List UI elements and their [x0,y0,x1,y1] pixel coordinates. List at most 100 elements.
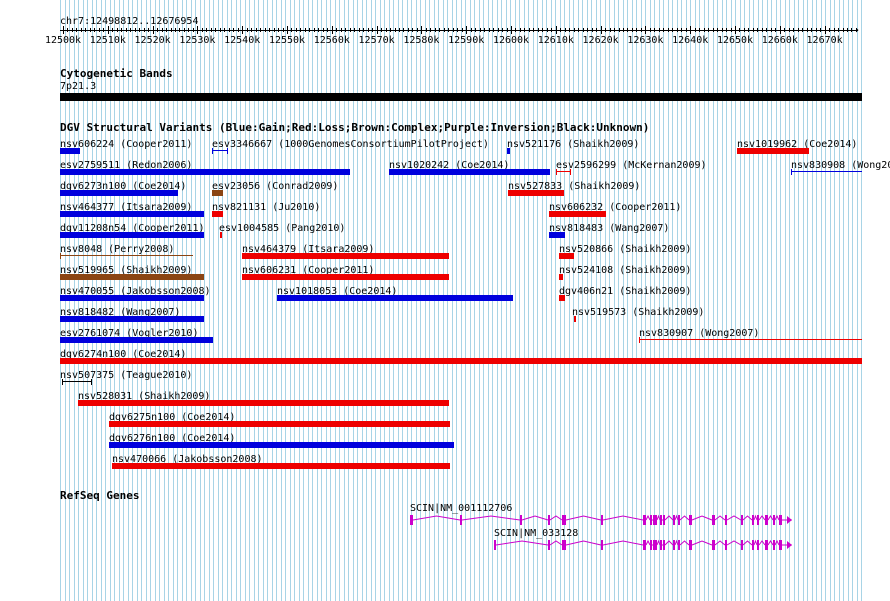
gene-exon [741,515,743,525]
variant-bar-complex[interactable] [212,190,223,196]
variant-bar-gain[interactable] [277,295,513,301]
ruler-tick-label: 12500k [44,35,82,46]
ruler-minor-tick [273,28,275,32]
variant-label[interactable]: nsv818483 (Wang2007) [549,223,669,234]
cytoband-bar[interactable] [60,93,862,101]
variant-bar-gain[interactable] [60,211,204,217]
gene-exon [689,515,692,525]
gene-exon [663,515,665,525]
variant-bar-loss[interactable] [508,190,564,196]
ruler-minor-tick [206,28,208,32]
variant-bar-loss[interactable] [60,358,862,364]
variant-label[interactable]: esv23056 (Conrad2009) [212,181,338,192]
ruler-minor-tick [470,28,472,32]
ruler-minor-tick [94,28,96,32]
variant-label[interactable]: nsv830908 (Wong20 [791,160,890,171]
variant-label[interactable]: nsv524108 (Shaikh2009) [559,265,691,276]
ruler-tick-label: 12560k [313,35,350,46]
variant-bar-loss[interactable] [559,253,574,259]
variant-bar-loss[interactable] [112,463,450,469]
gene-intron [758,515,766,521]
ruler-minor-tick [403,28,405,32]
ruler-minor-tick [528,28,530,32]
variant-bar-loss[interactable] [212,211,223,217]
variant-bar-loss[interactable] [559,274,563,280]
variant-label[interactable]: esv2596299 (McKernan2009) [556,160,707,171]
variant-bar-gain[interactable] [60,232,204,238]
variant-bar-loss[interactable] [639,339,862,340]
variant-bar-loss[interactable] [109,421,450,427]
variant-bar-gain[interactable] [60,337,213,343]
variant-bar-loss[interactable] [574,316,576,322]
variant-label[interactable]: dgv406n21 (Shaikh2009) [559,286,691,297]
ruler-tick-label: 12650k [716,35,754,46]
variant-bar-complex[interactable] [60,255,193,256]
ruler-minor-tick [130,28,132,32]
variant-label[interactable]: nsv830907 (Wong2007) [639,328,759,339]
variant-bar-loss[interactable] [78,400,449,406]
ruler-tick-label: 12510k [89,35,126,46]
variant-label[interactable]: nsv520866 (Shaikh2009) [559,244,691,255]
ruler-minor-tick [340,28,342,32]
ruler-minor-tick [466,28,468,32]
gene-exon [741,540,743,550]
variant-bar-complex[interactable] [60,274,204,280]
variant-bar-loss[interactable] [549,211,606,217]
ruler-minor-tick [555,28,557,32]
ruler-minor-tick [560,28,562,32]
variant-bar-gain[interactable] [60,316,204,322]
gene-intron [691,540,713,546]
variant-bar-loss[interactable] [220,232,222,238]
ruler-minor-tick [354,28,356,32]
gene-exon [562,515,566,525]
gene-intron [565,515,602,521]
variant-bar-gain[interactable] [389,169,550,175]
variant-bar-loss[interactable] [559,295,565,301]
variant-bar-gain[interactable] [60,148,80,154]
gene-model[interactable] [0,535,890,555]
ruler-minor-tick [282,28,284,32]
gene-exon [725,515,727,525]
gene-model[interactable] [0,510,890,530]
variant-label[interactable]: nsv507375 (Teague2010) [60,370,192,381]
gene-exon [712,540,715,550]
variant-bar-gain[interactable] [507,148,510,154]
gene-intron [495,540,549,546]
variant-bar-gain[interactable] [60,295,204,301]
ruler-minor-tick [672,28,674,32]
variant-bar-unknown[interactable] [62,381,92,382]
variant-bar-loss[interactable] [556,171,571,172]
ruler-minor-tick [855,28,857,32]
variant-label[interactable]: nsv821131 (Ju2010) [212,202,320,213]
variant-label[interactable]: nsv521176 (Shaikh2009) [507,139,639,150]
variant-bar-gain[interactable] [549,232,565,238]
variant-bar-loss[interactable] [737,148,809,154]
ruler-minor-tick [264,28,266,32]
variant-label[interactable]: nsv519573 (Shaikh2009) [572,307,704,318]
variant-label[interactable]: esv1004585 (Pang2010) [219,223,345,234]
ruler-minor-tick [488,28,490,32]
ruler-minor-tick [524,28,526,32]
ruler-minor-tick [739,28,741,32]
ruler-arrow-icon: › [854,25,861,36]
variant-bar-gain[interactable] [60,190,178,196]
variant-bar-gain[interactable] [791,171,862,172]
gene-exon [660,540,662,550]
ruler-minor-tick [318,28,320,32]
variant-bar-loss[interactable] [242,253,449,259]
ruler-minor-tick [291,28,293,32]
variant-bar-gain[interactable] [212,150,228,151]
ruler-minor-tick [493,28,495,32]
ruler-minor-tick [134,28,136,32]
ruler-minor-tick [578,28,580,32]
variant-label[interactable]: nsv8048 (Perry2008) [60,244,174,255]
variant-label[interactable]: esv3346667 (1000GenomesConsortiumPilotPr… [212,139,489,150]
variant-bar-loss[interactable] [242,274,449,280]
ruler-minor-tick [833,28,835,32]
variant-bar-gain[interactable] [109,442,454,448]
variant-bar-gain[interactable] [60,169,350,175]
ruler-minor-tick [390,28,392,32]
ruler-minor-tick [246,28,248,32]
ruler-minor-tick [479,28,481,32]
gene-exon [765,540,768,550]
